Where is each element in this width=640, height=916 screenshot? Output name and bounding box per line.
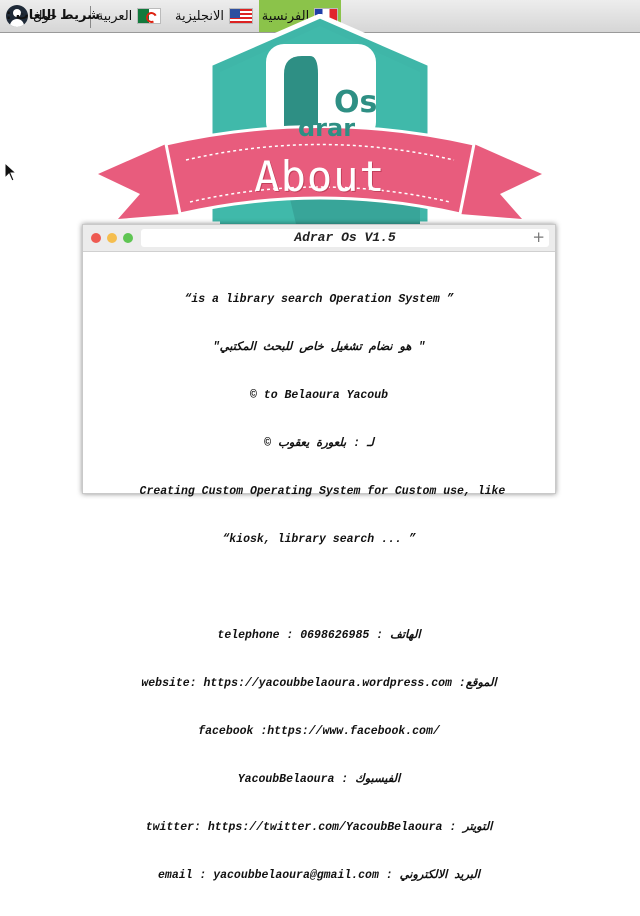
- logo-drar-text: drar: [298, 114, 355, 142]
- content-line: © to Belaoura Yacoub: [249, 389, 389, 402]
- facebook-name-line: YacoubBelaoura : الفيسبوك: [237, 773, 401, 786]
- about-ribbon-text: About: [254, 152, 386, 201]
- content-line: [83, 580, 555, 596]
- content-line: Creating Custom Operating System for Cus…: [132, 485, 506, 498]
- email-line[interactable]: email : yacoubbelaoura@gmail.com : البري…: [83, 868, 555, 884]
- facebook-line[interactable]: facebook :https://www.facebook.com/: [83, 724, 555, 740]
- content-line: “kiosk, library search ... ”: [222, 533, 416, 546]
- content-line: © لـ : بلعورة يعقوب: [264, 437, 374, 450]
- window-titlebar: Adrar Os V1.5 +: [83, 225, 555, 252]
- close-button[interactable]: [91, 233, 101, 243]
- twitter-line[interactable]: twitter: https://twitter.com/YacoubBelao…: [83, 820, 555, 836]
- add-tab-button[interactable]: +: [532, 228, 545, 246]
- minimize-button[interactable]: [107, 233, 117, 243]
- website-line[interactable]: website: https://yacoubbelaoura.wordpres…: [83, 676, 555, 692]
- content-line: "هو نضام تشغيل خاص للبحث المكتبي ": [212, 341, 426, 354]
- window-title: Adrar Os V1.5: [294, 230, 396, 245]
- about-content: “is a library search Operation System ” …: [83, 252, 555, 916]
- languages-bar-label: : شريط اللغات: [6, 8, 100, 23]
- maximize-button[interactable]: [123, 233, 133, 243]
- content-line: “is a library search Operation System ”: [184, 293, 454, 306]
- about-window: Adrar Os V1.5 + “is a library search Ope…: [82, 224, 556, 882]
- telephone-line: telephone : 0698626985 : الهاتف: [217, 629, 421, 642]
- mouse-cursor-icon: [4, 162, 18, 182]
